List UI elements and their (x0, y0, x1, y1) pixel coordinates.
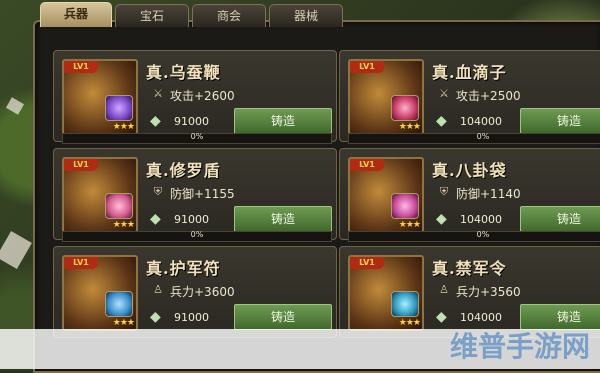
item-stat: 防御+1140 (456, 187, 521, 201)
progress-bar: 0% (348, 230, 600, 242)
progress-text: 0% (476, 230, 490, 239)
item-stat: 兵力+3600 (170, 285, 235, 299)
item-stat: 兵力+3560 (456, 285, 521, 299)
item-card: LV1 ★★★ 真.血滴子 ⚔ 攻击+2500 ◆ 104000 铸造 0% (339, 50, 600, 144)
item-image[interactable]: LV1 ★★★ (62, 59, 138, 135)
tab-guild[interactable]: 商会 (192, 4, 266, 27)
item-price: 91000 (174, 311, 209, 324)
silver-icon: ◆ (436, 309, 447, 325)
shield-icon: ⛨ (153, 185, 163, 198)
item-price: 104000 (460, 311, 502, 324)
shield-icon: ⛨ (439, 185, 449, 198)
watermark-text: 维普手游网 (449, 330, 590, 363)
gem-slot (391, 291, 419, 317)
progress-bar: 0% (62, 132, 332, 144)
gem-slot (105, 95, 133, 121)
soldier-icon: ♙ (153, 283, 163, 296)
level-badge: LV1 (64, 257, 98, 269)
map-decoration (5, 97, 25, 115)
item-image[interactable]: LV1 ★★★ (348, 59, 424, 135)
tab-weapons[interactable]: 兵器 (40, 2, 112, 27)
star-rating: ★★★ (112, 318, 135, 328)
item-card: LV1 ★★★ 真.八卦袋 ⛨ 防御+1140 ◆ 104000 铸造 0% (339, 148, 600, 242)
item-name: 真.乌蚕鞭 (146, 63, 221, 82)
gem-slot (391, 193, 419, 219)
gem-slot (391, 95, 419, 121)
progress-text: 0% (476, 132, 490, 141)
item-image[interactable]: LV1 ★★★ (62, 157, 138, 233)
item-image[interactable]: LV1 ★★★ (62, 255, 138, 331)
tab-gems[interactable]: 宝石 (115, 4, 189, 27)
item-card: LV1 ★★★ 真.护军符 ♙ 兵力+3600 ◆ 91000 铸造 (53, 246, 337, 338)
item-name: 真.血滴子 (432, 63, 507, 82)
watermark-band: 维普手游网 (0, 329, 600, 369)
silver-icon: ◆ (150, 211, 161, 227)
item-name: 真.护军符 (146, 259, 221, 278)
forge-button[interactable]: 铸造 (234, 206, 332, 232)
progress-text: 0% (190, 132, 204, 141)
star-rating: ★★★ (398, 318, 421, 328)
progress-bar: 0% (348, 132, 600, 144)
item-image[interactable]: LV1 ★★★ (348, 157, 424, 233)
item-stat: 防御+1155 (170, 187, 235, 201)
item-price: 104000 (460, 115, 502, 128)
sword-icon: ⚔ (439, 87, 449, 100)
item-price: 91000 (174, 213, 209, 226)
item-name: 真.禁军令 (432, 259, 507, 278)
star-rating: ★★★ (398, 122, 421, 132)
item-name: 真.八卦袋 (432, 161, 507, 180)
item-stat: 攻击+2600 (170, 89, 235, 103)
level-badge: LV1 (350, 257, 384, 269)
armory-panel: 兵器 宝石 商会 器械 LV1 ★★★ 真.乌蚕鞭 ⚔ 攻击+2600 ◆ 91… (33, 2, 600, 373)
silver-icon: ◆ (150, 113, 161, 129)
forge-button[interactable]: 铸造 (520, 108, 600, 134)
gem-slot (105, 193, 133, 219)
star-rating: ★★★ (112, 122, 135, 132)
progress-text: 0% (190, 230, 204, 239)
gem-slot (105, 291, 133, 317)
silver-icon: ◆ (436, 113, 447, 129)
level-badge: LV1 (64, 61, 98, 73)
level-badge: LV1 (64, 159, 98, 171)
level-badge: LV1 (350, 159, 384, 171)
soldier-icon: ♙ (439, 283, 449, 296)
level-badge: LV1 (350, 61, 384, 73)
forge-button[interactable]: 铸造 (520, 206, 600, 232)
item-name: 真.修罗盾 (146, 161, 221, 180)
item-card: LV1 ★★★ 真.修罗盾 ⛨ 防御+1155 ◆ 91000 铸造 0% (53, 148, 337, 242)
item-price: 91000 (174, 115, 209, 128)
silver-icon: ◆ (436, 211, 447, 227)
forge-button[interactable]: 铸造 (234, 108, 332, 134)
star-rating: ★★★ (112, 220, 135, 230)
map-decoration (0, 231, 32, 269)
silver-icon: ◆ (150, 309, 161, 325)
item-card: LV1 ★★★ 真.乌蚕鞭 ⚔ 攻击+2600 ◆ 91000 铸造 0% (53, 50, 337, 144)
tab-bar: 兵器 宝石 商会 器械 (40, 2, 343, 28)
item-price: 104000 (460, 213, 502, 226)
tab-machinery[interactable]: 器械 (269, 4, 343, 27)
sword-icon: ⚔ (153, 87, 163, 100)
forge-button[interactable]: 铸造 (234, 304, 332, 330)
progress-bar: 0% (62, 230, 332, 242)
item-stat: 攻击+2500 (456, 89, 521, 103)
star-rating: ★★★ (398, 220, 421, 230)
item-image[interactable]: LV1 ★★★ (348, 255, 424, 331)
